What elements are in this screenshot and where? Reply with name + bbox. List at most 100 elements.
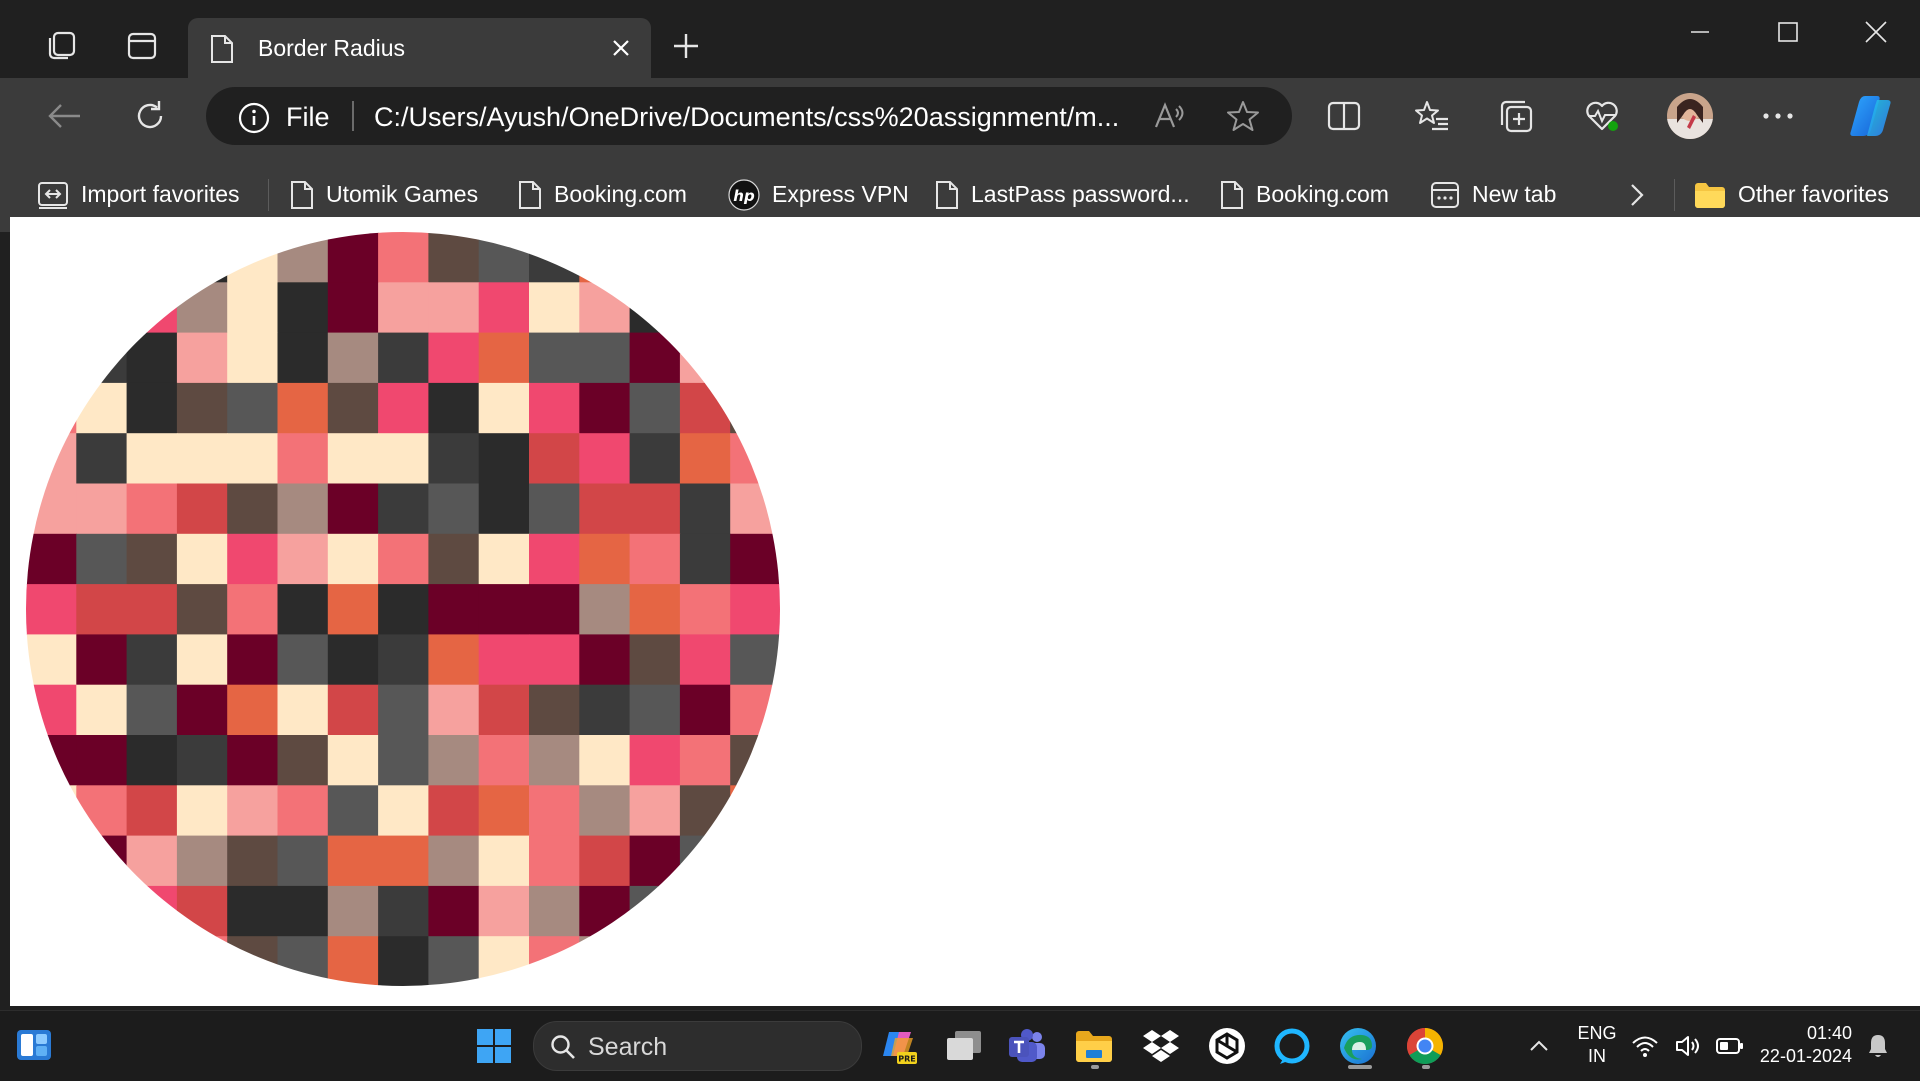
- chrome-icon: [1405, 1026, 1445, 1066]
- mosaic-tile: [327, 936, 379, 986]
- mosaic-tile: [428, 885, 480, 937]
- mosaic-tile: [176, 483, 228, 535]
- mosaic-tile: [126, 533, 178, 585]
- mosaic-tile: [579, 533, 631, 585]
- other-favorites-label: Other favorites: [1738, 181, 1889, 207]
- minimize-button[interactable]: [1670, 10, 1730, 54]
- mosaic-tile: [26, 483, 77, 535]
- edge-app[interactable]: [1334, 1024, 1382, 1068]
- collections-button[interactable]: [1490, 90, 1542, 142]
- mosaic-tile: [277, 232, 329, 283]
- mosaic-tile: [176, 885, 228, 937]
- battery-icon: [1716, 1037, 1744, 1055]
- mosaic-tile: [579, 684, 631, 736]
- mosaic-tile: [126, 735, 178, 786]
- mosaic-tile: [378, 584, 429, 635]
- mosaic-tile: [478, 684, 530, 736]
- copilot-preview-app[interactable]: PRE: [875, 1024, 923, 1068]
- split-screen-button[interactable]: [1318, 90, 1370, 142]
- mosaic-tile: [679, 533, 731, 585]
- browser-title-bar: Border Radius: [0, 0, 1920, 80]
- close-tab-icon[interactable]: [607, 34, 635, 62]
- task-view-app[interactable]: [940, 1024, 988, 1068]
- start-button[interactable]: [470, 1024, 518, 1068]
- mosaic-tile: [428, 282, 480, 334]
- mosaic-tile: [378, 684, 429, 736]
- mosaic-tile: [730, 584, 780, 635]
- copilot-pre-icon: PRE: [879, 1026, 919, 1066]
- mosaic-tile: [126, 634, 178, 686]
- mosaic-tile: [529, 533, 580, 585]
- mosaic-tile: [428, 634, 480, 686]
- mosaic-tile: [227, 735, 279, 786]
- mosaic-tile: [76, 332, 128, 384]
- mosaic-tile: [76, 634, 128, 686]
- mosaic-tile: [76, 282, 128, 334]
- mosaic-tile: [26, 684, 77, 736]
- close-window-button[interactable]: [1846, 10, 1906, 54]
- refresh-button[interactable]: [124, 90, 176, 142]
- info-icon[interactable]: [238, 102, 270, 134]
- mosaic-tile: [327, 634, 379, 686]
- refresh-icon: [133, 99, 167, 133]
- mosaic-tile: [478, 483, 530, 535]
- mosaic-tile: [679, 332, 731, 384]
- favorites-button[interactable]: [1406, 90, 1458, 142]
- back-button[interactable]: [38, 90, 90, 142]
- tab-actions-button[interactable]: [120, 24, 164, 68]
- wifi-status[interactable]: [1627, 1024, 1663, 1068]
- widgets-button[interactable]: [10, 1023, 58, 1067]
- browser-essentials-button[interactable]: [1576, 90, 1628, 142]
- maximize-button[interactable]: [1758, 10, 1818, 54]
- mosaic-tile: [579, 885, 631, 937]
- dropbox-app[interactable]: [1137, 1024, 1185, 1068]
- read-aloud-icon[interactable]: [1152, 99, 1186, 133]
- workspaces-button[interactable]: [40, 24, 84, 68]
- chatgpt-app[interactable]: [1203, 1024, 1251, 1068]
- mosaic-tile: [629, 332, 681, 384]
- battery-status[interactable]: [1712, 1024, 1748, 1068]
- mosaic-tile: [529, 433, 580, 485]
- page-icon: [1220, 180, 1244, 210]
- mosaic-tile: [26, 936, 77, 986]
- mosaic-tile: [126, 332, 178, 384]
- notifications-button[interactable]: [1858, 1024, 1898, 1068]
- openai-icon: [1207, 1026, 1247, 1066]
- show-hidden-icons-button[interactable]: [1515, 1024, 1563, 1068]
- alexa-app[interactable]: [1268, 1024, 1316, 1068]
- url-text[interactable]: C:/Users/Ayush/OneDrive/Documents/css%20…: [374, 102, 1119, 133]
- new-tab-button[interactable]: [664, 24, 708, 68]
- mosaic-tile: [629, 835, 681, 887]
- mosaic-tile: [428, 433, 480, 485]
- mosaic-tile: [26, 634, 77, 686]
- mosaic-tile: [126, 483, 178, 535]
- file-explorer-app[interactable]: [1070, 1024, 1118, 1068]
- mosaic-tile: [176, 533, 228, 585]
- profile-button[interactable]: [1664, 90, 1716, 142]
- mosaic-tile: [176, 232, 228, 283]
- plus-icon: [671, 31, 701, 61]
- folder-icon: [1694, 181, 1726, 209]
- system-clock[interactable]: 01:40 22-01-2024: [1752, 1022, 1852, 1068]
- mosaic-tile: [378, 382, 429, 434]
- mosaic-tile: [428, 684, 480, 736]
- taskbar-search[interactable]: Search: [533, 1021, 862, 1071]
- settings-more-button[interactable]: [1752, 90, 1804, 142]
- teams-app[interactable]: [1003, 1024, 1051, 1068]
- address-bar[interactable]: File C:/Users/Ayush/OneDrive/Documents/c…: [206, 87, 1292, 145]
- collections-icon: [1499, 99, 1533, 133]
- chrome-app[interactable]: [1401, 1024, 1449, 1068]
- tab-active[interactable]: Border Radius: [188, 18, 651, 80]
- url-scheme-label: File: [286, 102, 330, 132]
- volume-status[interactable]: [1670, 1024, 1706, 1068]
- mosaic-tile: [378, 785, 429, 837]
- star-icon[interactable]: [1226, 99, 1260, 133]
- copilot-button[interactable]: [1844, 90, 1896, 142]
- mosaic-tile: [378, 634, 429, 686]
- edge-icon: [1338, 1026, 1378, 1066]
- mosaic-tile: [679, 584, 731, 635]
- input-language-indicator[interactable]: ENG IN: [1572, 1022, 1622, 1068]
- mosaic-tile: [478, 332, 530, 384]
- mosaic-tile: [579, 282, 631, 334]
- teams-icon: [1007, 1027, 1047, 1065]
